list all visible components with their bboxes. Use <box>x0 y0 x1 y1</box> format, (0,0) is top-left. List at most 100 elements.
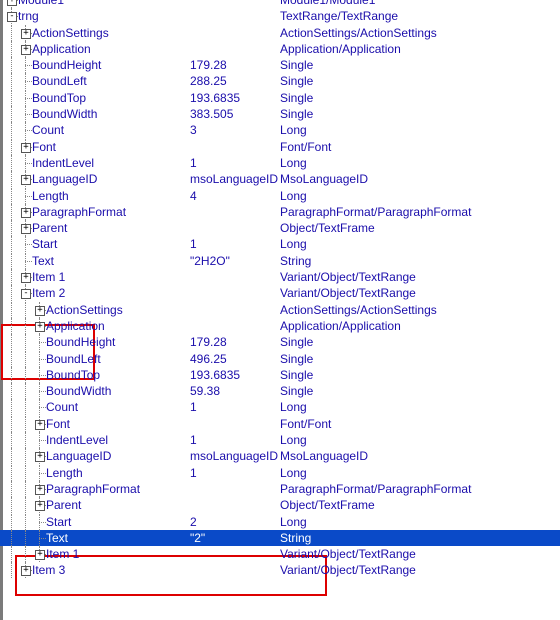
prop-name: IndentLevel <box>46 432 190 448</box>
prop-type: Long <box>280 188 307 204</box>
prop-name: Start <box>32 236 190 252</box>
expand-icon[interactable]: + <box>21 143 31 153</box>
tree-row[interactable]: +ParentObject/TextFrame <box>0 497 560 513</box>
expand-icon[interactable]: + <box>21 566 31 576</box>
expand-icon[interactable]: + <box>35 306 45 316</box>
tree-row[interactable]: +ParagraphFormatParagraphFormat/Paragrap… <box>0 204 560 220</box>
expand-icon[interactable]: + <box>7 0 17 6</box>
tree-row[interactable]: Start2Long <box>0 514 560 530</box>
expand-icon[interactable]: + <box>21 175 31 185</box>
tree-gutter: + <box>0 269 32 285</box>
prop-type: MsoLanguageID <box>280 448 368 464</box>
tree-gutter: + <box>0 448 46 464</box>
tree-row[interactable]: +FontFont/Font <box>0 416 560 432</box>
prop-value: 4 <box>190 188 280 204</box>
prop-name: Parent <box>32 220 190 236</box>
tree-row[interactable]: Text"2"String <box>0 530 560 546</box>
collapse-icon[interactable]: - <box>21 289 31 299</box>
prop-type: Single <box>280 383 313 399</box>
tree-gutter: + <box>0 139 32 155</box>
tree-gutter: + <box>0 562 32 578</box>
prop-type: Long <box>280 122 307 138</box>
tree-row[interactable]: Length4Long <box>0 188 560 204</box>
tree-gutter <box>0 514 46 530</box>
tree-row[interactable]: +ParagraphFormatParagraphFormat/Paragrap… <box>0 481 560 497</box>
tree-row[interactable]: BoundTop193.6835Single <box>0 90 560 106</box>
expand-icon[interactable]: + <box>21 208 31 218</box>
expand-icon[interactable]: + <box>35 452 45 462</box>
tree-gutter: + <box>0 171 32 187</box>
expand-icon[interactable]: + <box>21 45 31 55</box>
tree-gutter <box>0 236 32 252</box>
prop-name: Font <box>46 416 190 432</box>
prop-value: 179.28 <box>190 334 280 350</box>
tree-row[interactable]: +Item 3Variant/Object/TextRange <box>0 562 560 578</box>
tree-row[interactable]: BoundLeft288.25Single <box>0 73 560 89</box>
tree-row[interactable]: -trngTextRange/TextRange <box>0 8 560 24</box>
tree-row[interactable]: IndentLevel1Long <box>0 432 560 448</box>
prop-name: Module1 <box>18 0 190 8</box>
tree-row[interactable]: BoundWidth59.38Single <box>0 383 560 399</box>
tree-row[interactable]: +Item 1Variant/Object/TextRange <box>0 269 560 285</box>
tree-row[interactable]: -Item 2Variant/Object/TextRange <box>0 285 560 301</box>
expand-icon[interactable]: + <box>35 322 45 332</box>
prop-type: ParagraphFormat/ParagraphFormat <box>280 481 471 497</box>
prop-name: BoundLeft <box>32 73 190 89</box>
prop-type: TextRange/TextRange <box>280 8 398 24</box>
prop-type: Single <box>280 106 313 122</box>
tree-gutter: + <box>0 0 18 8</box>
prop-name: Application <box>46 318 190 334</box>
tree-gutter <box>0 90 32 106</box>
collapse-icon[interactable]: - <box>7 12 17 22</box>
tree-row[interactable]: +ApplicationApplication/Application <box>0 41 560 57</box>
prop-type: Single <box>280 351 313 367</box>
prop-name: Text <box>32 253 190 269</box>
prop-name: Parent <box>46 497 190 513</box>
prop-name: Length <box>46 465 190 481</box>
prop-type: String <box>280 253 311 269</box>
tree-row[interactable]: +Item 1Variant/Object/TextRange <box>0 546 560 562</box>
tree-row[interactable]: BoundLeft496.25Single <box>0 351 560 367</box>
tree-row[interactable]: BoundWidth383.505Single <box>0 106 560 122</box>
prop-name: BoundTop <box>46 367 190 383</box>
prop-value: "2H2O" <box>190 253 280 269</box>
tree-row[interactable]: Count1Long <box>0 399 560 415</box>
tree-row[interactable]: +FontFont/Font <box>0 139 560 155</box>
expand-icon[interactable]: + <box>35 485 45 495</box>
tree-row[interactable]: Start1Long <box>0 236 560 252</box>
tree-gutter <box>0 432 46 448</box>
prop-value: 1 <box>190 399 280 415</box>
prop-type: Application/Application <box>280 318 401 334</box>
expand-icon[interactable]: + <box>35 501 45 511</box>
prop-value: "2" <box>190 530 280 546</box>
prop-type: Long <box>280 155 307 171</box>
expand-icon[interactable]: + <box>21 29 31 39</box>
tree-row[interactable]: IndentLevel1Long <box>0 155 560 171</box>
expand-icon[interactable]: + <box>21 224 31 234</box>
tree-row[interactable]: +ActionSettingsActionSettings/ActionSett… <box>0 302 560 318</box>
prop-name: BoundWidth <box>46 383 190 399</box>
tree-gutter <box>0 122 32 138</box>
tree-row[interactable]: +Application Application/Application <box>0 318 560 334</box>
prop-type: Single <box>280 90 313 106</box>
prop-name: ActionSettings <box>32 25 190 41</box>
tree-row[interactable]: Text"2H2O"String <box>0 253 560 269</box>
expand-icon[interactable]: + <box>35 420 45 430</box>
tree-row[interactable]: +LanguageIDmsoLanguageIDMsoLanguageID <box>0 448 560 464</box>
tree-row[interactable]: BoundHeight179.28Single <box>0 57 560 73</box>
tree-row[interactable]: +ParentObject/TextFrame <box>0 220 560 236</box>
tree-gutter: - <box>0 8 18 24</box>
expand-icon[interactable]: + <box>35 550 45 560</box>
tree-row[interactable]: +ActionSettingsActionSettings/ActionSett… <box>0 25 560 41</box>
tree-row[interactable]: BoundHeight179.28Single <box>0 334 560 350</box>
tree-gutter: + <box>0 41 32 57</box>
prop-value: 193.6835 <box>190 90 280 106</box>
prop-type: Application/Application <box>280 41 401 57</box>
expand-icon[interactable]: + <box>21 273 31 283</box>
tree-row[interactable]: BoundTop193.6835Single <box>0 367 560 383</box>
tree-gutter: + <box>0 546 46 562</box>
tree-row[interactable]: +Module1Module1/Module1 <box>0 0 560 8</box>
tree-row[interactable]: Length1Long <box>0 465 560 481</box>
tree-row[interactable]: Count3Long <box>0 122 560 138</box>
tree-row[interactable]: +LanguageIDmsoLanguageIDMsoLanguageID <box>0 171 560 187</box>
